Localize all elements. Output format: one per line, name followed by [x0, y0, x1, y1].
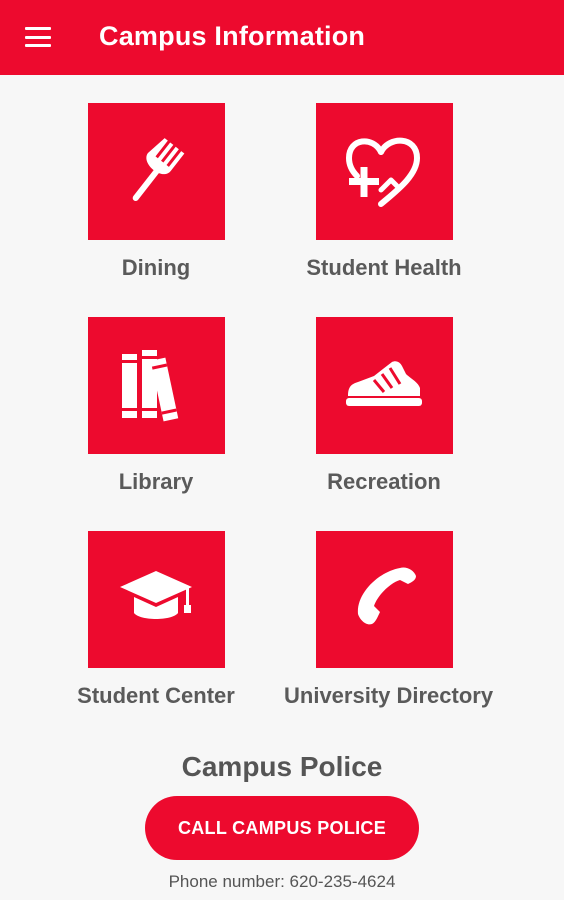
tile-library[interactable]: Library [56, 317, 256, 495]
phone-icon [357, 566, 416, 624]
tile-university-directory[interactable]: University Directory [284, 531, 494, 709]
books-icon [122, 349, 179, 421]
tile-label-student-health: Student Health [306, 255, 462, 280]
tile-recreation[interactable]: Recreation [284, 317, 484, 495]
fork-icon [132, 137, 185, 201]
tile-label-dining: Dining [121, 255, 191, 280]
heart-plus-icon [345, 137, 421, 207]
app-bar: Campus Information [0, 0, 564, 75]
campus-police-heading: Campus Police [181, 751, 383, 782]
tile-label-recreation: Recreation [327, 469, 441, 494]
sneaker-icon [346, 360, 422, 406]
tile-dining[interactable]: Dining [56, 103, 256, 281]
tile-label-university-directory: University Directory [284, 683, 494, 708]
page-title: Campus Information [99, 21, 366, 51]
tile-label-student-center: Student Center [77, 683, 235, 708]
call-campus-police-button[interactable]: CALL CAMPUS POLICE [145, 796, 419, 860]
menu-button[interactable] [24, 25, 52, 49]
tile-label-library: Library [118, 469, 194, 494]
hamburger-menu-icon [25, 27, 51, 30]
tile-student-health[interactable]: Student Health [284, 103, 484, 281]
phone-number-text: Phone number: 620-235-4624 [168, 872, 396, 891]
tile-student-center[interactable]: Student Center [56, 531, 256, 709]
graduation-cap-icon [120, 570, 192, 619]
